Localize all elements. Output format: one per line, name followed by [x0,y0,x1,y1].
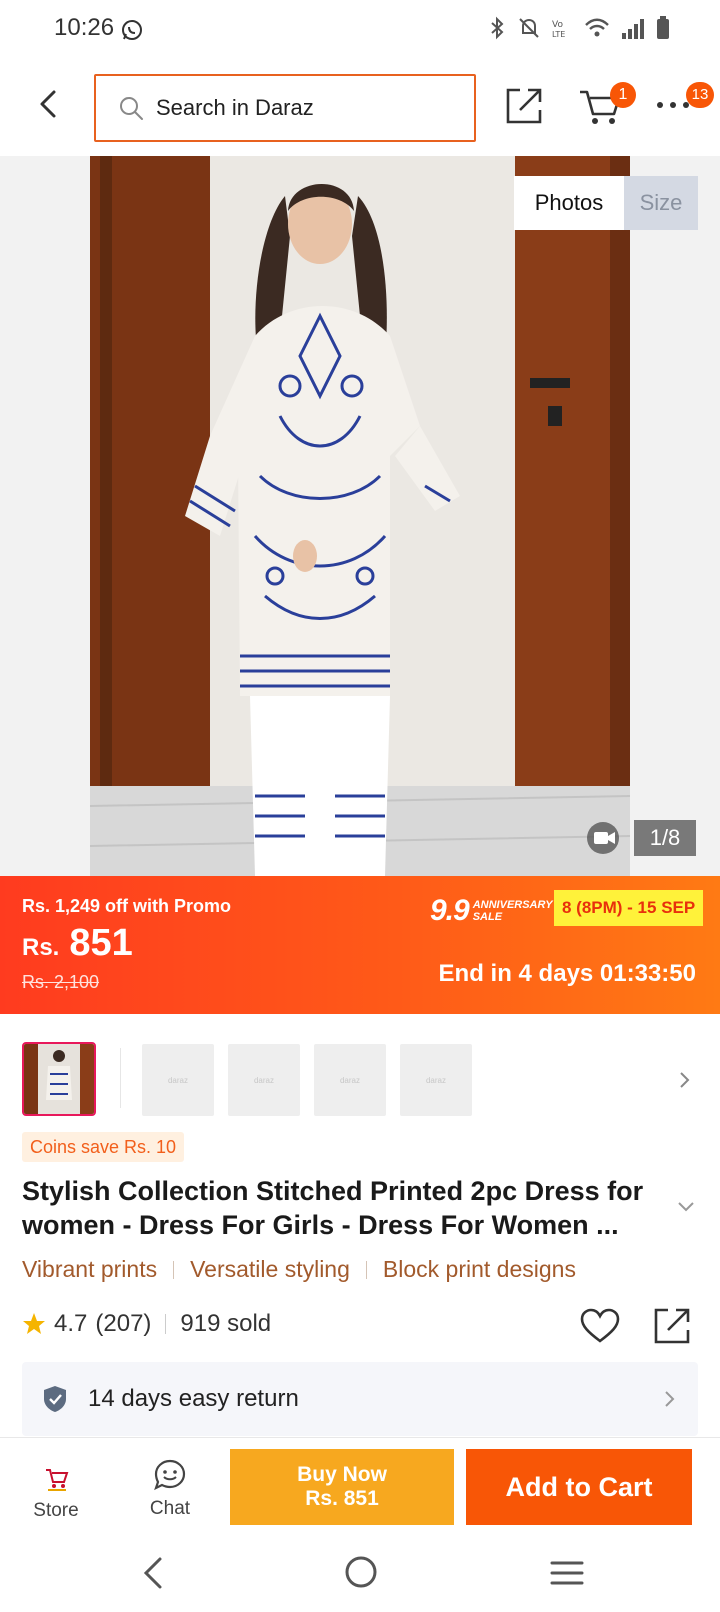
notification-count-badge: 13 [686,82,714,108]
campaign-logo-number: 9.9 [430,894,470,927]
store-logo-icon [46,1469,69,1491]
feature-separator [173,1260,175,1279]
media-tabs: Photos Size [514,176,698,230]
review-count: (207) [95,1310,152,1337]
svg-text:LTE: LTE [552,30,565,39]
more-options-icon[interactable] [656,100,692,110]
campaign-logo-line2: SALE [472,911,503,923]
thumbnail-strip: daraz daraz daraz daraz [0,1014,720,1124]
return-policy-text: 14 days easy return [88,1385,299,1412]
system-menu-icon[interactable] [550,1559,584,1587]
thumbnail-selected[interactable] [22,1042,96,1116]
campaign-dates-badge: 8 (8PM) - 15 SEP [554,890,704,926]
buy-now-price: Rs. 851 [305,1487,379,1510]
top-navigation: 1 13 [0,60,720,156]
thumbnail-divider [120,1048,121,1108]
buy-now-button[interactable]: Buy Now Rs. 851 [230,1449,454,1525]
rating-separator [165,1314,167,1334]
promo-banner: Rs. 1,249 off with Promo Rs. 851 Rs. 2,1… [0,876,720,1014]
system-navigation-bar [0,1537,720,1612]
whatsapp-icon [122,20,142,40]
status-bar: 10:26 Vo LTE [0,0,720,60]
signal-icon [622,19,644,39]
tab-size[interactable]: Size [624,176,698,230]
campaign-logo: 9.9 ANNIVERSARY SALE [430,892,553,930]
thumbnail-photo [24,1044,94,1114]
chevron-down-icon[interactable] [676,1200,696,1214]
battery-icon [657,16,669,39]
promo-discount-text: Rs. 1,249 off with Promo [22,896,232,916]
product-detail-page: 10:26 Vo LTE Search in Daraz 1 13 Photos… [0,0,720,1612]
volte-icon: VoLTE [552,20,565,39]
thumbnail-placeholder[interactable]: daraz [400,1044,472,1116]
status-time: 10:26 [54,14,115,41]
shield-check-icon [44,1386,66,1412]
rating-row[interactable]: 4.7 (207) 919 sold [22,1310,271,1338]
countdown-timer: End in 4 days 01:33:50 [438,960,696,987]
cart-count-badge: 1 [610,82,636,108]
feature-tag: Block print designs [382,1256,576,1282]
chevron-right-icon[interactable] [676,1068,694,1092]
back-arrow-icon[interactable] [28,84,68,124]
current-price: Rs. 851 [22,922,133,965]
thumbnail-placeholder[interactable]: daraz [314,1044,386,1116]
chevron-right-icon [665,1391,675,1407]
price-currency: Rs. [22,934,60,961]
buy-now-label: Buy Now [297,1463,387,1486]
system-back-icon[interactable] [140,1555,166,1591]
mute-bell-icon [519,18,539,38]
campaign-logo-text: ANNIVERSARY SALE [473,899,553,923]
store-button[interactable]: Store [22,1448,90,1528]
search-input[interactable] [156,95,456,121]
status-icons: Vo LTE [488,16,670,40]
photo-counter: 1/8 [634,820,696,856]
feature-tags: Vibrant prints Versatile styling Block p… [22,1256,576,1283]
chat-button[interactable]: Chat [134,1448,206,1528]
return-policy-row[interactable]: 14 days easy return [22,1362,698,1436]
feature-tag: Versatile styling [190,1256,350,1282]
thumbnail-placeholder[interactable]: daraz [142,1044,214,1116]
sold-count: 919 sold [180,1310,272,1337]
original-price: Rs. 2,100 [22,972,100,992]
price-amount: 851 [69,922,133,964]
product-photo[interactable] [90,156,630,876]
coins-badge: Coins save Rs. 10 [22,1132,185,1162]
rating-value: 4.7 [54,1310,88,1337]
share-icon[interactable] [652,1306,692,1346]
bluetooth-icon [491,16,504,40]
product-gallery[interactable]: Photos Size 1/8 [0,156,720,876]
feature-tag: Vibrant prints [22,1256,158,1282]
system-home-icon[interactable] [344,1555,378,1589]
bottom-action-bar: Store Chat Buy Now Rs. 851 Add to Cart [0,1437,720,1537]
product-photo-illustration [90,156,630,876]
chat-icon [154,1459,186,1491]
search-box[interactable] [94,74,476,142]
svg-text:Vo: Vo [552,20,563,30]
share-icon[interactable] [504,86,544,126]
star-icon [23,1313,45,1334]
wifi-icon [585,18,609,37]
feature-separator [365,1260,367,1279]
campaign-logo-line1: ANNIVERSARY [472,899,553,911]
chat-label: Chat [149,1498,191,1519]
thumbnail-placeholder[interactable]: daraz [228,1044,300,1116]
store-label: Store [33,1500,79,1521]
tab-photos[interactable]: Photos [514,176,624,230]
product-title: Stylish Collection Stitched Printed 2pc … [22,1176,644,1240]
search-icon [120,97,143,120]
heart-icon[interactable] [580,1308,620,1344]
add-to-cart-button[interactable]: Add to Cart [466,1449,692,1525]
video-icon[interactable] [586,821,626,855]
